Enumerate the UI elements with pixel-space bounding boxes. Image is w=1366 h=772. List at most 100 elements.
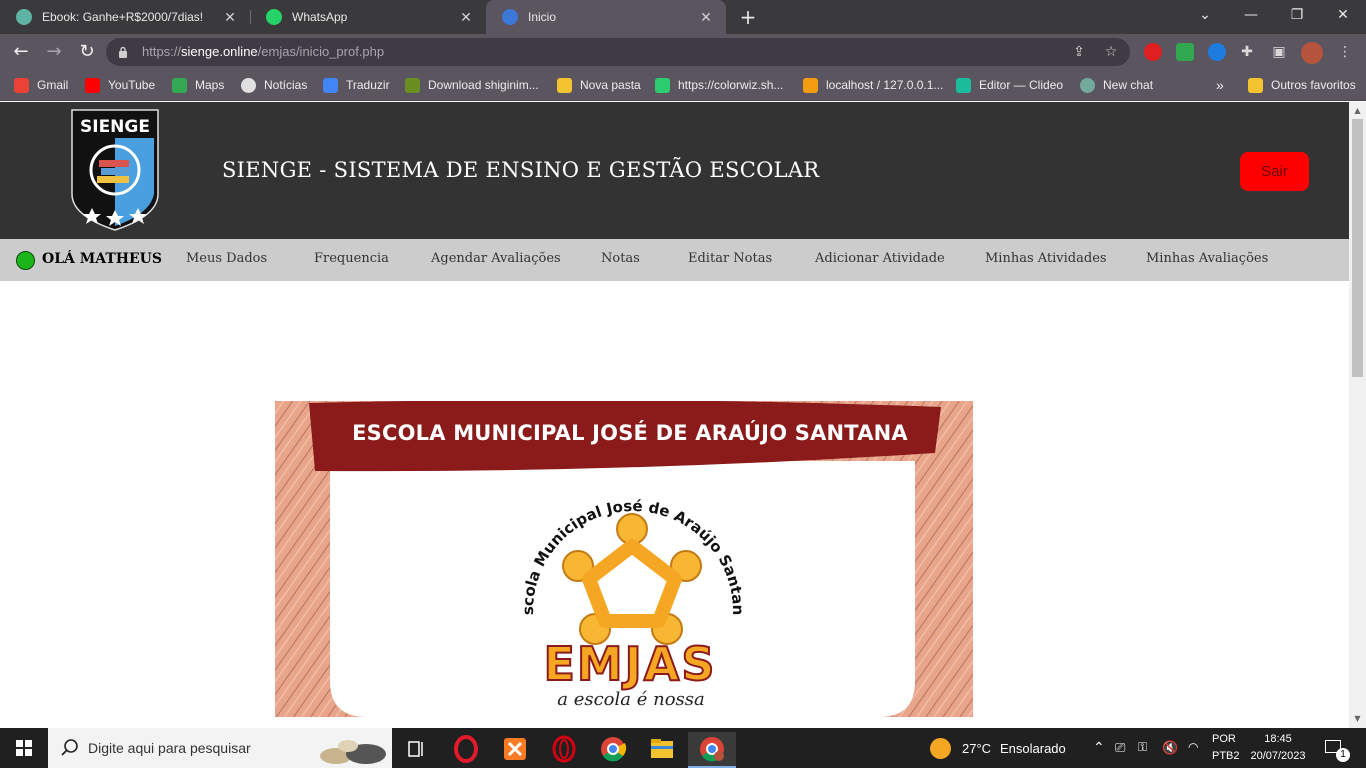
nav-frequencia[interactable]: Frequencia [314, 251, 389, 266]
chrome-profile-icon[interactable] [688, 732, 736, 768]
whatsapp-icon [266, 9, 282, 25]
minimize-button[interactable]: — [1228, 0, 1274, 30]
meet-now-icon[interactable]: ⎚ [1115, 728, 1133, 768]
taskbar-search[interactable]: Digite aqui para pesquisar [48, 728, 392, 768]
chrome-icon[interactable] [589, 732, 637, 768]
banner-brand: EMJAS [542, 636, 717, 692]
nav-minhas-avaliacoes[interactable]: Minhas Avaliações [1146, 251, 1268, 266]
download-extension-icon[interactable] [1176, 43, 1194, 61]
logout-button[interactable]: Sair [1240, 152, 1309, 191]
minecraft-icon [405, 77, 420, 93]
bookmark-gmail[interactable]: Gmail [14, 76, 68, 94]
colorwiz-icon [655, 77, 670, 93]
bookmark-colorwiz[interactable]: https://colorwiz.sh... [655, 76, 783, 94]
folder-icon [1248, 77, 1263, 93]
back-button[interactable]: ← [10, 41, 32, 63]
input-language-indicator[interactable]: POR PTB2 [1210, 728, 1244, 768]
tab-search-button[interactable]: ⌄ [1182, 0, 1228, 30]
maps-icon [172, 77, 187, 93]
close-icon[interactable]: ✕ [698, 9, 714, 25]
tab-title: Ebook: Ganhe+R$2000/7dias! [42, 10, 204, 24]
forward-button[interactable]: → [43, 41, 65, 63]
clideo-icon [956, 77, 971, 93]
tab-inicio[interactable]: Inicio ✕ [486, 0, 726, 34]
clock[interactable]: 18:45 20/07/2023 [1246, 728, 1310, 768]
clock-date: 20/07/2023 [1250, 750, 1306, 762]
wifi-icon[interactable]: ◠ [1188, 728, 1206, 768]
network-adapter-icon[interactable]: ⚿ [1138, 728, 1156, 768]
shazam-extension-icon[interactable] [1208, 43, 1226, 61]
youtube-icon [85, 77, 100, 93]
volume-muted-icon[interactable]: 🔇 [1162, 728, 1180, 768]
share-icon[interactable]: ⇪ [1070, 43, 1088, 61]
opera-icon[interactable] [540, 732, 588, 768]
banner-slogan: a escola é nossa [557, 689, 705, 710]
close-icon[interactable]: ✕ [458, 9, 474, 25]
tab-whatsapp[interactable]: WhatsApp ✕ [250, 0, 486, 34]
bookmark-noticias[interactable]: Notícias [241, 76, 307, 94]
weather-widget[interactable]: 27°C Ensolarado [930, 728, 1080, 768]
weather-text: Ensolarado [1000, 741, 1066, 756]
scrollbar-thumb[interactable] [1352, 119, 1363, 377]
scroll-down-icon[interactable]: ▼ [1353, 714, 1362, 723]
openai-icon [16, 9, 32, 25]
page-viewport: SIENGE SIENGE - SISTEMA DE ENSINO E GEST… [0, 102, 1349, 728]
news-icon [241, 77, 256, 93]
scroll-up-icon[interactable]: ▲ [1353, 106, 1362, 115]
nav-notas[interactable]: Notas [601, 251, 640, 266]
reload-button[interactable]: ↻ [76, 41, 98, 63]
close-icon[interactable]: ✕ [222, 9, 238, 25]
sienge-logo: SIENGE [71, 109, 159, 231]
nav-meus-dados[interactable]: Meus Dados [186, 251, 267, 266]
bookmark-youtube[interactable]: YouTube [85, 76, 155, 94]
phpmyadmin-icon [803, 77, 818, 93]
page-scrollbar[interactable]: ▲ ▼ [1349, 102, 1366, 728]
windows-taskbar: Digite aqui para pesquisar 27°C Ensolara… [0, 728, 1366, 768]
openai-icon [1080, 77, 1095, 93]
profile-avatar[interactable] [1301, 42, 1323, 64]
side-panel-icon[interactable]: ▣ [1270, 43, 1288, 61]
notification-count: 1 [1336, 748, 1350, 762]
user-greeting: OLÁ MATHEUS [42, 251, 163, 267]
site-nav: OLÁ MATHEUS Meus Dados Frequencia Agenda… [0, 239, 1349, 281]
school-banner: ESCOLA MUNICIPAL JOSÉ DE ARAÚJO SANTANA … [275, 401, 973, 717]
nav-adicionar-atividade[interactable]: Adicionar Atividade [815, 251, 945, 266]
bookmark-nova-pasta[interactable]: Nova pasta [557, 76, 641, 94]
sun-icon [930, 738, 951, 759]
globe-icon [502, 9, 518, 25]
menu-icon[interactable]: ⋮ [1336, 43, 1354, 61]
opera-gx-icon[interactable] [442, 732, 490, 768]
tab-title: Inicio [528, 10, 557, 24]
extensions-icon[interactable]: ✚ [1238, 43, 1256, 61]
bookmark-star-icon[interactable]: ☆ [1102, 43, 1120, 61]
file-explorer-icon[interactable] [638, 732, 686, 768]
bookmark-maps[interactable]: Maps [172, 76, 224, 94]
bookmark-localhost[interactable]: localhost / 127.0.0.1... [803, 76, 943, 94]
lock-icon [119, 46, 127, 58]
restore-button[interactable]: ❐ [1274, 0, 1320, 30]
online-status-icon [16, 251, 35, 270]
gmail-icon [14, 77, 29, 93]
nav-editar-notas[interactable]: Editar Notas [688, 251, 772, 266]
browser-toolbar: ← → ↻ https://sienge.online/emjas/inicio… [0, 34, 1366, 70]
close-window-button[interactable]: ✕ [1320, 0, 1366, 30]
new-tab-button[interactable]: + [738, 7, 758, 27]
nav-agendar-avaliacoes[interactable]: Agendar Avaliações [431, 251, 561, 266]
notification-center-button[interactable]: 1 [1320, 728, 1350, 768]
search-icon [61, 739, 78, 756]
bookmark-download[interactable]: Download shiginim... [405, 76, 539, 94]
address-bar[interactable]: https://sienge.online/emjas/inicio_prof.… [106, 38, 1130, 66]
task-view-icon[interactable] [393, 732, 441, 768]
xampp-icon[interactable] [491, 732, 539, 768]
windows-start-icon[interactable] [0, 728, 48, 768]
bookmark-traduzir[interactable]: Traduzir [323, 76, 390, 94]
bookmark-clideo[interactable]: Editor — Clideo [956, 76, 1063, 94]
tab-ebook[interactable]: Ebook: Ganhe+R$2000/7dias! ✕ [0, 0, 250, 34]
show-hidden-icons[interactable]: ⌃ [1091, 728, 1107, 768]
search-highlight-image [320, 740, 386, 764]
bookmark-other-favorites[interactable]: Outros favoritos [1248, 76, 1356, 94]
record-extension-icon[interactable] [1144, 43, 1162, 61]
bookmark-new-chat[interactable]: New chat [1080, 76, 1153, 94]
nav-minhas-atividades[interactable]: Minhas Atividades [985, 251, 1107, 266]
bookmarks-overflow-button[interactable]: » [1216, 76, 1224, 94]
